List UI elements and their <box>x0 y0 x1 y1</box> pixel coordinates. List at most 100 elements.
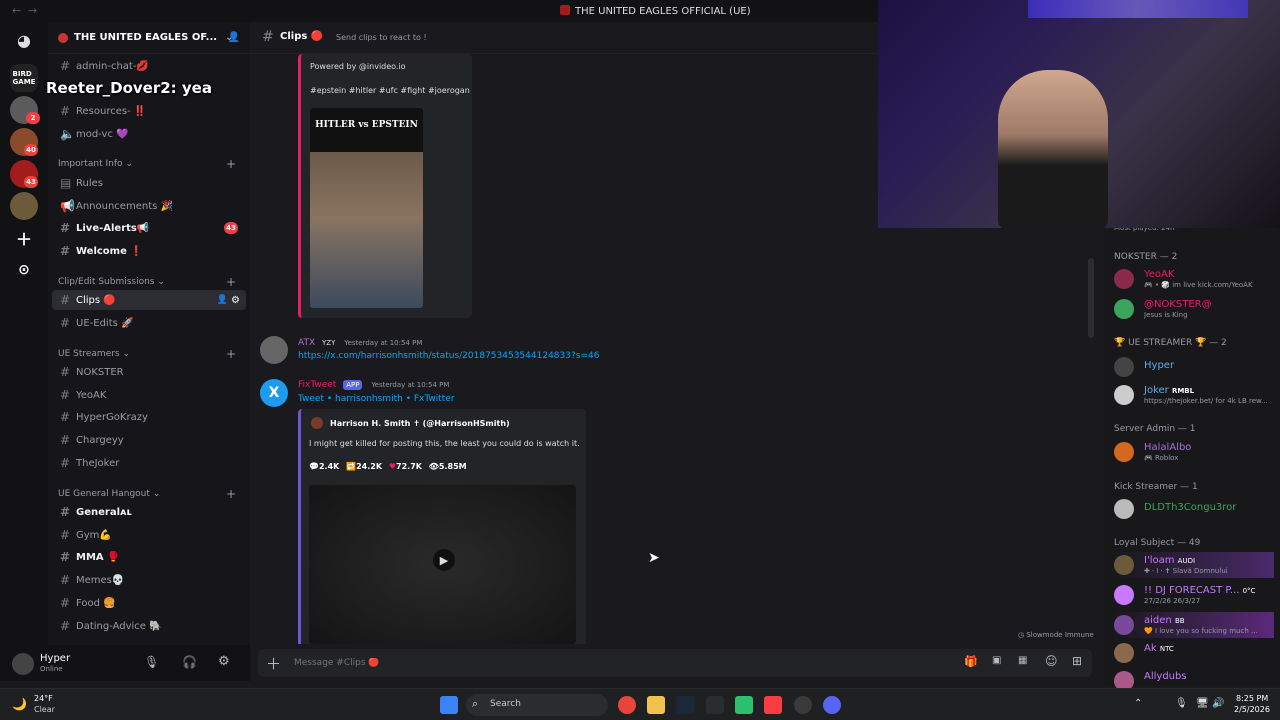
message-link[interactable]: https://x.com/harrisonhsmith/status/2018… <box>298 351 599 361</box>
discover-icon[interactable]: ⊙ <box>10 256 38 284</box>
clock-time[interactable]: 8:25 PM <box>1236 694 1268 703</box>
webcam-overlay <box>878 0 1280 228</box>
chat-scrollbar[interactable] <box>1088 258 1094 338</box>
category-clip-edit[interactable]: Clip/Edit Submissions ⌄ + <box>58 275 240 289</box>
channel-resources[interactable]: # Resources- ‼️ <box>52 101 246 121</box>
channel-rules[interactable]: ▤ Rules <box>52 173 246 193</box>
music-icon[interactable] <box>764 696 782 714</box>
channel-food[interactable]: # Food 🍔 <box>52 593 246 613</box>
source-site[interactable]: FxTwitter <box>414 394 455 404</box>
chrome-icon[interactable] <box>618 696 636 714</box>
app-icon-active[interactable] <box>735 696 753 714</box>
chevron-up-icon[interactable]: ⌃ <box>1134 698 1142 709</box>
gift-icon[interactable]: 🎁 <box>964 655 978 668</box>
app-icon[interactable] <box>706 696 724 714</box>
channel-general[interactable]: # Generalᴀʟ <box>52 502 246 522</box>
add-channel-icon[interactable]: + <box>226 275 236 289</box>
discord-icon[interactable] <box>823 696 841 714</box>
app-icon[interactable] <box>794 696 812 714</box>
member-item[interactable]: Joker RMBL https://thejoker.bet/ for 4k L… <box>1114 382 1274 408</box>
windows-start-icon[interactable] <box>440 696 458 714</box>
member-item[interactable]: @NOKSTER@ Jesus is King <box>1114 296 1274 322</box>
volume-icon[interactable]: 🔊 <box>1212 698 1224 709</box>
channel-admin-chat[interactable]: # admin-chat-💋 <box>52 56 246 76</box>
channel-nokster[interactable]: # NOKSTER <box>52 362 246 382</box>
server-icon <box>58 32 68 43</box>
clock-date[interactable]: 2/5/2026 <box>1234 705 1270 714</box>
hash-icon: # <box>60 410 71 424</box>
add-channel-icon[interactable]: + <box>226 347 236 361</box>
member-item[interactable]: Hyper <box>1114 354 1274 380</box>
channel-live-alerts[interactable]: # Live-Alerts📢 43 <box>52 218 246 238</box>
channel-dating-advice[interactable]: # Dating-Advice 🐘 <box>52 616 246 636</box>
member-item[interactable]: I'loam AUDI ✚ ⸱ I ⸱ ✝ Slavă Domnului <box>1114 552 1274 578</box>
member-item[interactable]: !! DJ FORECAST P... 0°C 27/2/26 26/3/27 <box>1114 582 1274 608</box>
forward-arrow-icon[interactable]: → <box>28 4 37 17</box>
server-rail: ◕ BIRD GAME 2 40 43 ＋ ⊙ <box>0 22 48 680</box>
sticker-icon[interactable]: ▦ <box>1018 655 1027 666</box>
avatar[interactable] <box>260 336 288 364</box>
source-author[interactable]: harrisonhsmith <box>335 394 403 404</box>
voice-channel-mod-vc[interactable]: 🔈 mod-vc 💜 <box>52 124 246 144</box>
channel-ue-edits[interactable]: # UE-Edits 🚀 <box>52 313 246 333</box>
member-status: Jesus is King <box>1144 311 1188 319</box>
member-item[interactable]: YeoAK 🎮 • 🎲 im live kick.com/YeoAK <box>1114 266 1274 292</box>
microphone-icon[interactable]: 🎙 <box>144 655 159 669</box>
message-author[interactable]: ATX <box>298 338 315 348</box>
add-attachment-icon[interactable]: ＋ <box>266 653 281 674</box>
avatar[interactable] <box>12 653 34 675</box>
member-item[interactable]: HalalAlbo 🎮 Roblox <box>1114 439 1274 465</box>
source-tweet[interactable]: Tweet <box>298 394 324 404</box>
channel-mma[interactable]: # MMA 🥊 <box>52 547 246 567</box>
member-item[interactable]: DLDTh3Congu3ror <box>1114 496 1274 522</box>
apps-icon[interactable]: ⊞ <box>1072 654 1082 668</box>
category-important-info[interactable]: Important Info ⌄ + <box>58 157 240 171</box>
server-badge: 43 <box>24 176 38 188</box>
video-thumbnail[interactable]: HITLER vs EPSTEIN <box>310 108 423 308</box>
steam-icon[interactable] <box>676 696 694 714</box>
category-ue-streamers[interactable]: UE Streamers ⌄ + <box>58 347 240 361</box>
weather-icon[interactable]: 🌙 <box>12 697 27 711</box>
file-explorer-icon[interactable] <box>647 696 665 714</box>
channel-hypergokrazy[interactable]: # HyperGoKrazy <box>52 407 246 427</box>
avatar <box>1114 615 1134 635</box>
gear-icon[interactable]: ⚙ <box>218 654 230 669</box>
member-item[interactable]: Ak NTC <box>1114 640 1274 666</box>
gif-icon[interactable]: ▣ <box>992 655 1001 666</box>
network-icon[interactable]: 🖥 <box>1196 698 1209 709</box>
member-status: 🧡 I love you so fucking much ... <box>1144 627 1258 635</box>
channel-chargeyy[interactable]: # Chargeyy <box>52 430 246 450</box>
message-input[interactable] <box>294 653 894 673</box>
channel-yeoak[interactable]: # YeoAK <box>52 385 246 405</box>
server-icon-5[interactable] <box>10 192 38 220</box>
member-item[interactable]: aiden BB 🧡 I love you so fucking much ... <box>1114 612 1274 638</box>
server-icon-birdgame[interactable]: BIRD GAME <box>10 64 38 92</box>
emoji-icon[interactable]: ☺ <box>1045 654 1058 668</box>
channel-thejoker[interactable]: # TheJoker <box>52 453 246 473</box>
gear-icon[interactable]: ⚙ <box>231 295 240 306</box>
video-player[interactable]: ▶ <box>309 485 576 644</box>
discord-home-icon[interactable]: ◕ <box>10 26 38 54</box>
channel-announcements[interactable]: 📢 Announcements 🎉 <box>52 196 246 216</box>
add-channel-icon[interactable]: + <box>226 157 236 171</box>
member-name: YeoAK <box>1144 269 1175 280</box>
fixtweet-avatar[interactable]: X <box>260 379 288 407</box>
microphone-icon[interactable]: 🎙 <box>1175 698 1188 709</box>
invite-icon[interactable]: 👤 <box>217 295 228 305</box>
play-icon[interactable]: ▶ <box>433 549 455 571</box>
invite-icon[interactable]: 👤 <box>228 32 240 43</box>
back-arrow-icon[interactable]: ← <box>12 4 21 17</box>
channel-gym[interactable]: # Gym💪 <box>52 525 246 545</box>
message-author[interactable]: FixTweet <box>298 380 336 390</box>
search-box[interactable]: ⌕ Search <box>466 694 608 716</box>
add-server-icon[interactable]: ＋ <box>10 224 38 252</box>
embed-author[interactable]: Harrison H. Smith ✝ (@HarrisonHSmith) <box>330 419 510 428</box>
hash-icon: # <box>60 433 71 447</box>
headphones-icon[interactable]: 🎧 <box>182 655 197 669</box>
server-header[interactable]: THE UNITED EAGLES OF... ⌄ 👤 <box>48 22 250 54</box>
add-channel-icon[interactable]: + <box>226 487 236 501</box>
channel-welcome[interactable]: # Welcome ❗ <box>52 241 246 261</box>
channel-clips[interactable]: # Clips 🔴 👤 ⚙ <box>52 290 246 310</box>
channel-memes[interactable]: # Memes💀 <box>52 570 246 590</box>
category-general-hangout[interactable]: UE General Hangout ⌄ + <box>58 487 240 501</box>
